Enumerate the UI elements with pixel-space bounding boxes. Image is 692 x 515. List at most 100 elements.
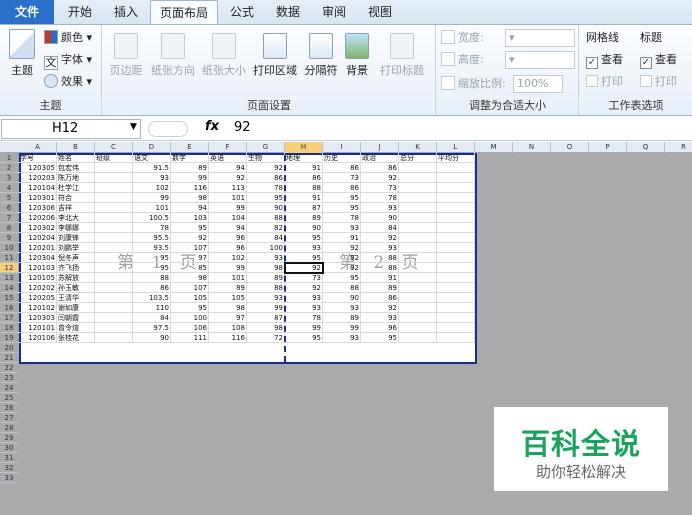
- table-cell[interactable]: 95: [171, 303, 209, 313]
- row-header[interactable]: 12: [0, 263, 19, 273]
- table-cell[interactable]: 78: [247, 183, 285, 193]
- table-cell[interactable]: [95, 283, 133, 293]
- tab-view[interactable]: 视图: [358, 0, 402, 24]
- table-cell[interactable]: 刘康锋: [57, 233, 95, 243]
- table-cell[interactable]: 97.5: [133, 323, 171, 333]
- table-cell[interactable]: 97: [209, 313, 247, 323]
- row-header[interactable]: 2: [0, 163, 19, 173]
- table-cell[interactable]: [95, 273, 133, 283]
- table-cell[interactable]: 88: [361, 253, 399, 263]
- table-cell[interactable]: [95, 293, 133, 303]
- row-header[interactable]: 30: [0, 443, 19, 453]
- table-cell[interactable]: 89: [323, 313, 361, 323]
- header-cell[interactable]: 政治: [361, 153, 399, 163]
- tab-insert[interactable]: 插入: [104, 0, 148, 24]
- header-cell[interactable]: 数学: [171, 153, 209, 163]
- table-cell[interactable]: [399, 253, 437, 263]
- column-header-g[interactable]: G: [247, 142, 285, 153]
- breaks-button[interactable]: 分隔符: [302, 33, 340, 78]
- page-break-line[interactable]: [284, 155, 286, 362]
- table-cell[interactable]: 王清华: [57, 293, 95, 303]
- table-cell[interactable]: [437, 293, 475, 303]
- table-cell[interactable]: 92: [323, 253, 361, 263]
- table-cell[interactable]: 90: [323, 293, 361, 303]
- row-header[interactable]: 28: [0, 423, 19, 433]
- table-cell[interactable]: 102: [133, 183, 171, 193]
- table-cell[interactable]: 95: [247, 193, 285, 203]
- table-cell[interactable]: 苏解放: [57, 273, 95, 283]
- table-cell[interactable]: 张桂花: [57, 333, 95, 343]
- table-cell[interactable]: 95: [361, 333, 399, 343]
- scale-input[interactable]: 100%: [513, 75, 563, 93]
- table-cell[interactable]: 73: [323, 173, 361, 183]
- table-cell[interactable]: 符合: [57, 193, 95, 203]
- print-area-button[interactable]: 打印区域: [250, 33, 300, 78]
- table-cell[interactable]: 杜学江: [57, 183, 95, 193]
- table-cell[interactable]: 96: [361, 323, 399, 333]
- row-header[interactable]: 29: [0, 433, 19, 443]
- table-cell[interactable]: 93: [323, 333, 361, 343]
- table-cell[interactable]: 包宏伟: [57, 163, 95, 173]
- table-cell[interactable]: [399, 183, 437, 193]
- row-header[interactable]: 13: [0, 273, 19, 283]
- table-cell[interactable]: 95: [323, 193, 361, 203]
- column-header-i[interactable]: I: [323, 142, 361, 153]
- column-header-f[interactable]: F: [209, 142, 247, 153]
- table-cell[interactable]: 95: [171, 223, 209, 233]
- table-cell[interactable]: 100: [171, 313, 209, 323]
- table-cell[interactable]: 92: [209, 173, 247, 183]
- table-cell[interactable]: [437, 253, 475, 263]
- table-cell[interactable]: [437, 323, 475, 333]
- table-cell[interactable]: 78: [133, 223, 171, 233]
- table-cell[interactable]: 120102: [19, 303, 57, 313]
- table-cell[interactable]: 94: [209, 163, 247, 173]
- table-cell[interactable]: 86: [247, 173, 285, 183]
- table-cell[interactable]: 92: [361, 303, 399, 313]
- column-header-j[interactable]: J: [361, 142, 399, 153]
- table-cell[interactable]: [437, 303, 475, 313]
- header-cell[interactable]: 生物: [247, 153, 285, 163]
- table-cell[interactable]: 120201: [19, 243, 57, 253]
- table-cell[interactable]: [399, 223, 437, 233]
- print-titles-button[interactable]: 打印标题: [377, 33, 427, 78]
- active-cell[interactable]: [284, 262, 324, 274]
- header-cell[interactable]: 英语: [209, 153, 247, 163]
- theme-fonts-button[interactable]: 文字体 ▾: [44, 51, 92, 70]
- table-cell[interactable]: 87: [285, 203, 323, 213]
- headings-print-checkbox[interactable]: 打印: [640, 73, 677, 91]
- table-cell[interactable]: 86: [285, 173, 323, 183]
- table-cell[interactable]: 120205: [19, 293, 57, 303]
- table-cell[interactable]: [95, 263, 133, 273]
- table-cell[interactable]: 107: [171, 283, 209, 293]
- margins-button[interactable]: 页边距: [106, 33, 146, 78]
- table-cell[interactable]: [437, 233, 475, 243]
- table-cell[interactable]: 88: [247, 283, 285, 293]
- table-cell[interactable]: 72: [247, 333, 285, 343]
- tab-home[interactable]: 开始: [58, 0, 102, 24]
- worksheet-area[interactable]: ABCDEFGHIJKLMNOPQR 1 2 3 4 5 6 7 8 9 10 11 12 13 14 15…: [0, 142, 692, 515]
- table-cell[interactable]: 92: [247, 163, 285, 173]
- table-cell[interactable]: [437, 183, 475, 193]
- table-cell[interactable]: [437, 213, 475, 223]
- size-button[interactable]: 纸张大小: [199, 33, 249, 78]
- table-cell[interactable]: 105: [171, 293, 209, 303]
- table-cell[interactable]: 120306: [19, 203, 57, 213]
- table-cell[interactable]: 90: [361, 213, 399, 223]
- table-cell[interactable]: 李北大: [57, 213, 95, 223]
- table-cell[interactable]: [437, 243, 475, 253]
- table-cell[interactable]: [437, 263, 475, 273]
- column-header-p[interactable]: P: [589, 142, 627, 153]
- table-cell[interactable]: [399, 293, 437, 303]
- row-header[interactable]: 9: [0, 233, 19, 243]
- table-cell[interactable]: [399, 303, 437, 313]
- table-cell[interactable]: [399, 233, 437, 243]
- table-cell[interactable]: 93: [133, 173, 171, 183]
- table-cell[interactable]: 99: [209, 203, 247, 213]
- formula-bar-resize-handle[interactable]: [148, 121, 188, 137]
- table-cell[interactable]: 93: [285, 303, 323, 313]
- table-cell[interactable]: 89: [209, 283, 247, 293]
- row-header[interactable]: 10: [0, 243, 19, 253]
- insert-function-icon[interactable]: fx: [205, 119, 219, 134]
- column-header-r[interactable]: R: [665, 142, 692, 153]
- row-header[interactable]: 33: [0, 473, 19, 483]
